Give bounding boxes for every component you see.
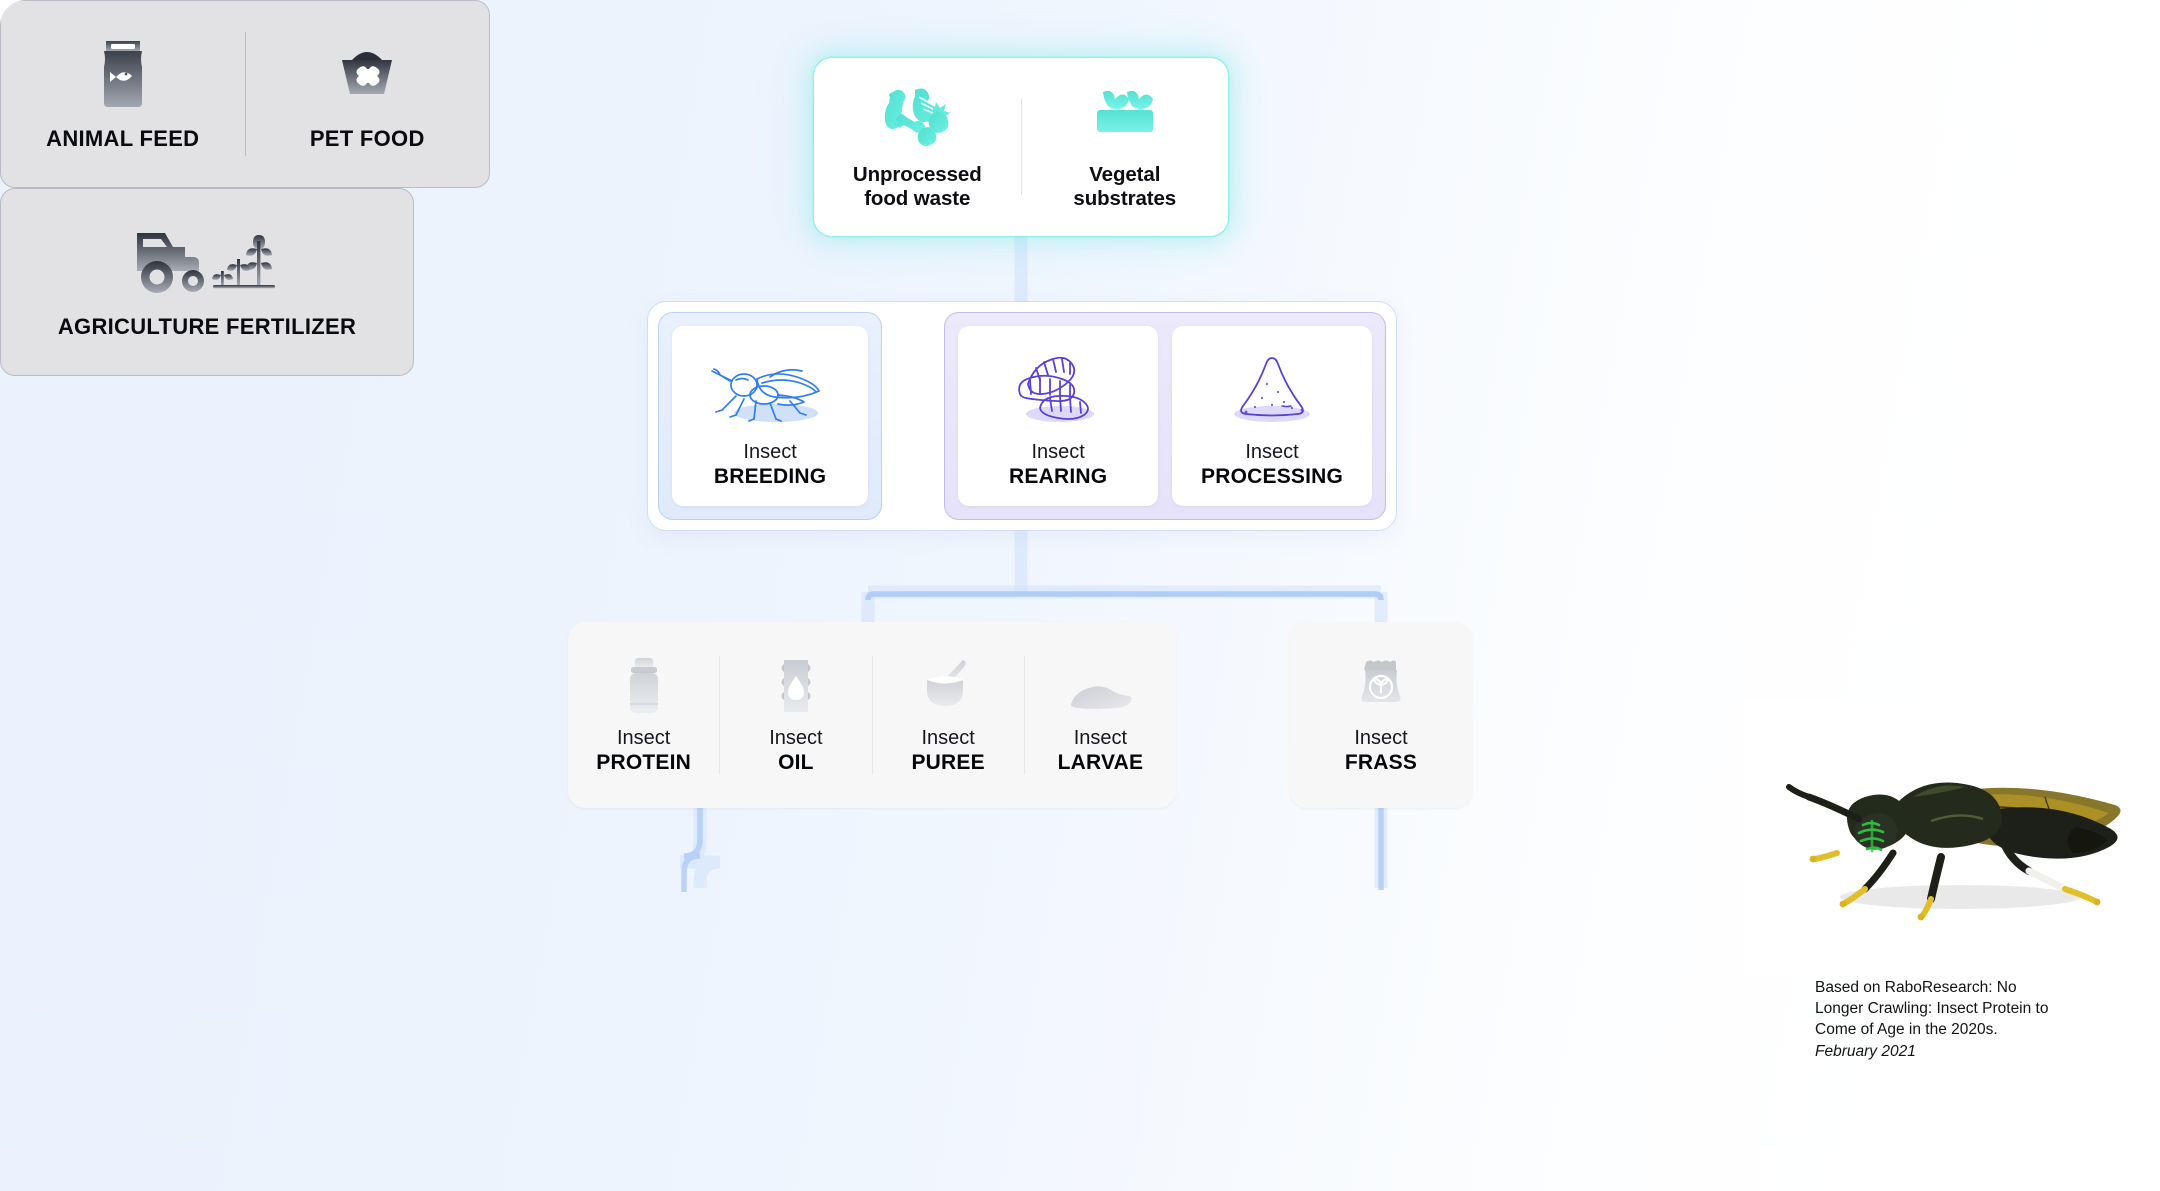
- application-label: PET FOOD: [309, 126, 425, 151]
- stage-card-insect-processing[interactable]: Insect PROCESSING: [1172, 326, 1373, 506]
- application-item-pet-food[interactable]: PET FOOD: [246, 1, 490, 187]
- application-label: AGRICULTURE FERTILIZER: [57, 314, 357, 339]
- vegetal-substrate-sprouts-icon: [1087, 84, 1163, 151]
- applications-card-left: ANIMAL FEED PET FOOD: [0, 0, 490, 188]
- black-soldier-fly-icon: [700, 344, 840, 436]
- pet-bowl-bone-icon: [328, 36, 406, 110]
- product-label: Insect PUREE: [911, 727, 985, 775]
- stage-label: Insect BREEDING: [713, 441, 827, 488]
- product-item-insect-larvae[interactable]: Insect LARVAE: [1025, 622, 1176, 808]
- application-item-agriculture-fertilizer[interactable]: AGRICULTURE FERTILIZER: [1, 189, 413, 375]
- fish-bones-food-waste-icon: [879, 84, 955, 151]
- puree-bowl-icon: [919, 654, 977, 716]
- stages-container: Insect BREEDING Insect REARING Insect PR…: [648, 302, 1396, 530]
- product-item-insect-puree[interactable]: Insect PUREE: [873, 622, 1024, 808]
- stage-card-insect-rearing[interactable]: Insect REARING: [958, 326, 1159, 506]
- feed-bag-fish-icon: [92, 36, 154, 110]
- infographic-canvas: Unprocessed food waste Vegetal substrate…: [0, 0, 2160, 1191]
- application-item-animal-feed[interactable]: ANIMAL FEED: [1, 1, 245, 187]
- product-label: Insect PROTEIN: [596, 727, 691, 775]
- stage-group-breeding: Insect BREEDING: [658, 312, 883, 520]
- black-soldier-fly-photo: [1745, 701, 2160, 975]
- stage-card-insect-breeding[interactable]: Insect BREEDING: [672, 326, 869, 506]
- stage-label: Insect PROCESSING: [1201, 441, 1344, 488]
- product-label: Insect OIL: [769, 727, 823, 775]
- inputs-card: Unprocessed food waste Vegetal substrate…: [814, 58, 1228, 236]
- application-label: ANIMAL FEED: [46, 126, 200, 151]
- powder-pile-icon: [1212, 344, 1332, 436]
- input-label: Vegetal substrates: [1073, 163, 1177, 210]
- product-item-insect-oil[interactable]: Insect OIL: [720, 622, 871, 808]
- product-label: Insect LARVAE: [1057, 727, 1144, 775]
- source-caption-date: February 2021: [1815, 1042, 1916, 1060]
- larvae-pile-icon: [1065, 654, 1135, 716]
- input-item-unprocessed-food-waste[interactable]: Unprocessed food waste: [814, 58, 1021, 236]
- oil-barrel-icon: [772, 654, 820, 716]
- product-item-insect-frass[interactable]: Insect FRASS: [1290, 622, 1472, 808]
- larvae-icon: [998, 344, 1118, 436]
- input-item-vegetal-substrates[interactable]: Vegetal substrates: [1022, 58, 1229, 236]
- products-card: Insect PROTEIN Insect OIL Insect PUREE I…: [568, 622, 1176, 808]
- applications-card-right: AGRICULTURE FERTILIZER: [0, 188, 414, 376]
- product-item-insect-protein[interactable]: Insect PROTEIN: [568, 622, 719, 808]
- source-caption-text: Based on RaboResearch: No Longer Crawlin…: [1815, 979, 2049, 1038]
- input-label: Unprocessed food waste: [852, 163, 982, 210]
- source-caption: Based on RaboResearch: No Longer Crawlin…: [1815, 978, 2065, 1063]
- tractor-plants-icon: [131, 224, 283, 298]
- frass-bag-icon: [1352, 654, 1410, 716]
- protein-jar-icon: [620, 654, 668, 716]
- stage-group-rearing-processing: Insect REARING Insect PROCESSING: [944, 312, 1386, 520]
- stage-label: Insect REARING: [1009, 441, 1108, 488]
- product-label: Insect FRASS: [1344, 727, 1418, 775]
